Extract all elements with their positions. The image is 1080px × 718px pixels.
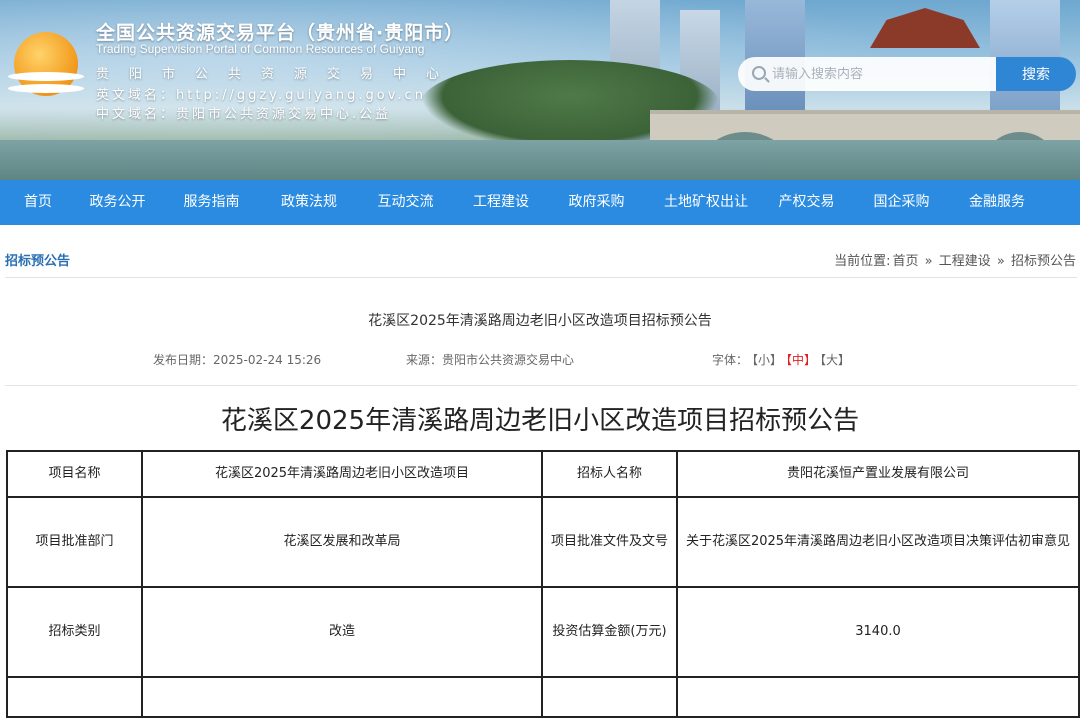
search-bar: 搜索 [738, 57, 1078, 91]
breadcrumb-home-link[interactable]: 首页 [892, 254, 918, 269]
publish-date: 发布日期：2025-02-24 15:26 [153, 353, 322, 367]
english-domain-label: 英文域名： [96, 88, 177, 103]
section-title: 招标预公告 [5, 254, 71, 269]
breadcrumb-prefix: 当前位置: [834, 254, 891, 269]
font-small-button[interactable]: 【小】 [752, 353, 782, 367]
breadcrumb-bar: 招标预公告 当前位置: 首页 » 工程建设 » 招标预公告 [5, 240, 1077, 278]
chinese-domain: 贵阳市公共资源交易中心.公益 [176, 107, 392, 122]
table-cell-value: 3140.0 [676, 586, 1080, 678]
divider [5, 385, 1077, 386]
table-row: 项目名称 花溪区2025年清溪路周边老旧小区改造项目 招标人名称 贵阳花溪恒产置… [6, 450, 1080, 498]
article-meta: 发布日期：2025-02-24 15:26 来源：贵阳市公共资源交易中心 字体：… [0, 351, 1080, 369]
site-title-english: Trading Supervision Portal of Common Res… [96, 42, 425, 56]
nav-item-gov-affairs[interactable]: 政务公开 [76, 180, 159, 225]
table-cell-label: 招标类别 [6, 586, 143, 678]
article-heading: 花溪区2025年清溪路周边老旧小区改造项目招标预公告 [220, 406, 860, 436]
nav-item-home[interactable]: 首页 [0, 180, 76, 225]
search-button[interactable]: 搜索 [996, 57, 1076, 91]
nav-item-service-guide[interactable]: 服务指南 [159, 180, 264, 225]
chinese-domain-label: 中文域名： [96, 107, 177, 122]
table-cell-value: 关于花溪区2025年清溪路周边老旧小区改造项目决策评估初审意见 [676, 496, 1080, 588]
font-large-button[interactable]: 【大】 [820, 353, 850, 367]
header-banner: 全国公共资源交易平台（贵州省·贵阳市） Trading Supervision … [0, 0, 1080, 180]
site-title: 全国公共资源交易平台（贵州省·贵阳市） [96, 22, 465, 44]
chinese-domain-line: 中文域名：贵阳市公共资源交易中心.公益 [96, 103, 391, 122]
table-cell-empty [676, 676, 1080, 718]
nav-item-soe-procurement[interactable]: 国企采购 [849, 180, 954, 225]
table-cell-value: 贵阳花溪恒产置业发展有限公司 [676, 450, 1080, 498]
table-cell-label: 项目名称 [6, 450, 143, 498]
table-cell-empty [6, 676, 143, 718]
nav-item-construction[interactable]: 工程建设 [457, 180, 545, 225]
table-cell-label: 投资估算金额(万元) [541, 586, 678, 678]
table-cell-label: 项目批准部门 [6, 496, 143, 588]
font-medium-button[interactable]: 【中】 [786, 353, 816, 367]
nav-item-property[interactable]: 产权交易 [764, 180, 849, 225]
article-source: 来源：贵阳市公共资源交易中心 [406, 353, 575, 367]
table-cell-value: 花溪区2025年清溪路周边老旧小区改造项目 [141, 450, 543, 498]
nav-item-finance[interactable]: 金融服务 [954, 180, 1040, 225]
main-nav: 首页 政务公开 服务指南 政策法规 互动交流 工程建设 政府采购 土地矿权出让 … [0, 180, 1080, 225]
search-icon [752, 66, 766, 80]
font-size-controls: 字体： 【小】 【中】 【大】 [712, 351, 850, 368]
table-cell-value: 改造 [141, 586, 543, 678]
font-size-label: 字体： [712, 353, 749, 367]
breadcrumb: 当前位置: 首页 » 工程建设 » 招标预公告 [833, 250, 1077, 269]
nav-item-land-mining[interactable]: 土地矿权出让 [648, 180, 764, 225]
table-cell-empty [141, 676, 543, 718]
table-row: 招标类别 改造 投资估算金额(万元) 3140.0 [6, 586, 1080, 678]
nav-item-policies[interactable]: 政策法规 [264, 180, 354, 225]
nav-item-procurement[interactable]: 政府采购 [545, 180, 648, 225]
breadcrumb-construction-link[interactable]: 工程建设 [939, 254, 991, 269]
table-cell-label: 招标人名称 [541, 450, 678, 498]
table-row [6, 676, 1080, 718]
table-cell-value: 花溪区发展和改革局 [141, 496, 543, 588]
table-row: 项目批准部门 花溪区发展和改革局 项目批准文件及文号 关于花溪区2025年清溪路… [6, 496, 1080, 588]
banner-water [0, 140, 1080, 180]
center-name: 贵阳市公共资源交易中心 [96, 67, 460, 82]
site-logo-icon[interactable] [8, 28, 84, 102]
article-title: 花溪区2025年清溪路周边老旧小区改造项目招标预公告 [368, 313, 712, 329]
nav-item-interaction[interactable]: 互动交流 [354, 180, 457, 225]
project-info-table: 项目名称 花溪区2025年清溪路周边老旧小区改造项目 招标人名称 贵阳花溪恒产置… [6, 450, 1080, 718]
english-domain-line: 英文域名：http://ggzy.guiyang.gov.cn [96, 84, 426, 103]
search-input[interactable] [772, 57, 992, 91]
breadcrumb-separator: » [924, 254, 933, 269]
table-cell-label: 项目批准文件及文号 [541, 496, 678, 588]
english-domain: http://ggzy.guiyang.gov.cn [176, 88, 426, 103]
breadcrumb-current[interactable]: 招标预公告 [1011, 254, 1076, 269]
table-cell-empty [541, 676, 678, 718]
breadcrumb-separator: » [996, 254, 1005, 269]
